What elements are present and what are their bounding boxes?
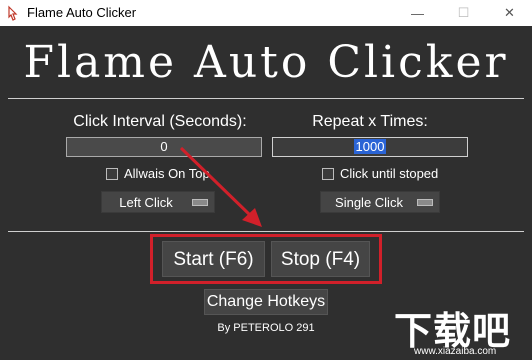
repeat-times-label: Repeat x Times: — [312, 113, 428, 130]
top-divider — [8, 98, 524, 99]
repeat-times-value: 1000 — [353, 139, 387, 154]
maximize-button[interactable]: ☐ — [441, 0, 486, 26]
maximize-icon: ☐ — [457, 5, 470, 20]
click-interval-label: Click Interval (Seconds): — [73, 113, 247, 130]
flame-icon — [8, 5, 18, 21]
author-credit: By PETEROLO 291 — [217, 322, 315, 334]
dropdown-toggle-icon — [192, 199, 208, 206]
window-title: Flame Auto Clicker — [27, 5, 137, 20]
app-heading: Flame Auto Clicker — [23, 37, 509, 88]
bottom-divider — [8, 231, 524, 232]
always-on-top-label: Allwais On Top — [124, 166, 210, 181]
click-until-stopped-label: Click until stoped — [340, 166, 439, 181]
always-on-top-checkbox[interactable]: Allwais On Top — [106, 166, 210, 181]
stop-button[interactable]: Stop (F4) — [271, 241, 370, 277]
app-window: Flame Auto Clicker — ☐ ✕ Flame Auto Clic… — [0, 0, 532, 360]
mouse-button-dropdown[interactable]: Left Click — [101, 191, 215, 213]
dropdown-toggle-icon — [417, 199, 433, 206]
checkbox-box — [322, 167, 334, 180]
mouse-button-value: Left Click — [119, 195, 173, 210]
repeat-times-input[interactable]: 1000 — [272, 137, 468, 157]
minimize-button[interactable]: — — [395, 0, 440, 26]
click-type-dropdown[interactable]: Single Click — [320, 191, 440, 213]
close-button[interactable]: ✕ — [487, 0, 532, 26]
close-icon: ✕ — [504, 5, 515, 20]
click-until-stopped-checkbox[interactable]: Click until stoped — [322, 166, 438, 181]
change-hotkeys-button[interactable]: Change Hotkeys — [204, 289, 328, 315]
watermark: 下载吧 www.xiazaiba.com — [392, 300, 532, 360]
checkbox-box — [106, 167, 118, 180]
watermark-url: www.xiazaiba.com — [414, 346, 497, 357]
title-bar[interactable]: Flame Auto Clicker — ☐ ✕ — [0, 0, 532, 26]
minimize-icon: — — [411, 5, 424, 21]
click-type-value: Single Click — [335, 195, 403, 210]
start-button[interactable]: Start (F6) — [162, 241, 265, 277]
click-interval-input[interactable]: 0 — [66, 137, 262, 157]
